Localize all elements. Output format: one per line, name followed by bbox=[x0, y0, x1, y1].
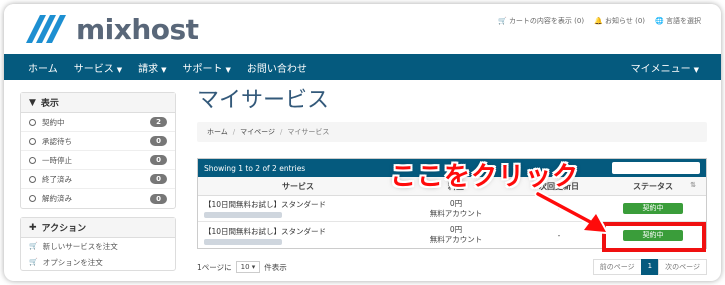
cart-link[interactable]: 🛒 カートの内容を表示 (0) bbox=[498, 16, 584, 26]
breadcrumb-current: マイサービス bbox=[287, 128, 330, 136]
nav-support[interactable]: サポート ▼ bbox=[174, 60, 238, 75]
nav-my-menu[interactable]: マイメニュー ▼ bbox=[623, 60, 721, 75]
caret-down-icon: ▼ bbox=[225, 65, 231, 74]
service-name: 【10日間無料お試し】スタンダード bbox=[204, 200, 327, 209]
table-row[interactable]: 【10日間無料お試し】スタンダード 0円 無料アカウント - 契約中 bbox=[198, 196, 706, 222]
click-here-callout: ここをクリック bbox=[390, 162, 580, 192]
radio-icon bbox=[29, 175, 36, 183]
pager-prev[interactable]: 前のページ bbox=[592, 259, 642, 275]
sort-icon: ⇅ bbox=[690, 180, 696, 189]
pagination: 前のページ 1 次のページ bbox=[592, 259, 707, 275]
nav-contact[interactable]: お問い合わせ bbox=[239, 60, 315, 75]
nav-home[interactable]: ホーム bbox=[4, 60, 66, 75]
price-cell: 0円 無料アカウント bbox=[429, 225, 483, 244]
language-icon: 🌐 bbox=[655, 17, 664, 25]
service-cell: 【10日間無料お試し】スタンダード bbox=[198, 226, 398, 245]
column-service[interactable]: サービス bbox=[198, 181, 398, 192]
caret-down-icon: ▼ bbox=[693, 65, 699, 74]
actions-panel: ✚ アクション 🛒 新しいサービスを注文 🛒 オプションを注文 bbox=[20, 217, 176, 271]
breadcrumb-separator: / bbox=[280, 128, 283, 136]
per-page-select[interactable]: 10 ▾ bbox=[235, 261, 261, 273]
highlight-box bbox=[602, 222, 706, 252]
filter-pending[interactable]: 承認待ち 0 bbox=[21, 132, 175, 151]
notifications-link[interactable]: 🔔 お知らせ (0) bbox=[594, 16, 645, 26]
count-badge: 0 bbox=[150, 174, 167, 184]
radio-icon bbox=[29, 137, 36, 145]
caret-down-icon: ▼ bbox=[116, 65, 123, 74]
breadcrumb-home[interactable]: ホーム bbox=[207, 127, 228, 137]
action-order-service[interactable]: 🛒 新しいサービスを注文 bbox=[21, 238, 175, 254]
entries-info: Showing 1 to 2 of 2 entries bbox=[204, 163, 306, 173]
status-badge: 契約中 bbox=[623, 203, 683, 214]
filter-active[interactable]: 契約中 2 bbox=[21, 113, 175, 132]
service-cell: 【10日間無料お試し】スタンダード bbox=[198, 199, 398, 218]
language-link[interactable]: 🌐 言語を選択 bbox=[655, 16, 701, 26]
filter-panel-header: ▼ 表示 bbox=[21, 93, 175, 113]
logo-text: mixhost bbox=[76, 12, 199, 46]
cart-icon: 🛒 bbox=[497, 17, 507, 25]
pager-current[interactable]: 1 bbox=[640, 259, 660, 275]
filter-icon: ▼ bbox=[29, 97, 36, 108]
radio-icon bbox=[29, 195, 36, 202]
table-search-input[interactable] bbox=[612, 162, 700, 174]
logo-mark-icon bbox=[26, 15, 66, 43]
browser-frame: mixhost 🛒 カートの内容を表示 (0) 🔔 お知らせ (0) 🌐 言語を… bbox=[4, 4, 721, 281]
breadcrumb: ホーム / マイページ / マイサービス bbox=[197, 122, 707, 142]
count-badge: 0 bbox=[150, 136, 167, 146]
column-status[interactable]: ステータス ⇅ bbox=[604, 181, 702, 192]
logo[interactable]: mixhost bbox=[24, 12, 199, 46]
top-links: 🛒 カートの内容を表示 (0) 🔔 お知らせ (0) 🌐 言語を選択 bbox=[498, 16, 701, 26]
plus-icon: ✚ bbox=[29, 222, 37, 233]
cart-icon: 🛒 bbox=[29, 258, 38, 266]
breadcrumb-mypage[interactable]: マイページ bbox=[240, 127, 275, 137]
count-badge: 0 bbox=[150, 155, 167, 165]
sidebar: ▼ 表示 契約中 2 承認待ち 0 一時停止 0 終了済み 0 解約済み 0 ✚… bbox=[20, 92, 176, 279]
filter-panel: ▼ 表示 契約中 2 承認待ち 0 一時停止 0 終了済み 0 解約済み 0 bbox=[20, 92, 176, 209]
blurred-domain bbox=[204, 212, 282, 218]
cart-icon: 🛒 bbox=[29, 242, 38, 250]
actions-panel-header: ✚ アクション bbox=[21, 218, 175, 238]
status-cell: 契約中 bbox=[604, 203, 702, 214]
nav-services[interactable]: サービス ▼ bbox=[66, 60, 130, 75]
bell-icon: 🔔 bbox=[594, 17, 603, 25]
blurred-domain bbox=[204, 238, 282, 245]
count-badge: 0 bbox=[150, 193, 167, 204]
caret-down-icon: ▼ bbox=[161, 65, 167, 74]
pager-next[interactable]: 次のページ bbox=[658, 259, 707, 275]
nav-billing[interactable]: 請求 ▼ bbox=[130, 60, 174, 75]
site-header: mixhost 🛒 カートの内容を表示 (0) 🔔 お知らせ (0) 🌐 言語を… bbox=[4, 4, 721, 54]
main-navbar: ホーム サービス ▼ 請求 ▼ サポート ▼ お問い合わせ マイメニュー ▼ bbox=[4, 54, 721, 80]
filter-suspended[interactable]: 一時停止 0 bbox=[21, 151, 175, 170]
chevron-down-icon: ▾ bbox=[251, 263, 256, 271]
arrow-icon bbox=[534, 190, 608, 234]
price-cell: 0円 無料アカウント bbox=[429, 198, 483, 218]
radio-icon bbox=[29, 156, 36, 164]
page-title: マイサービス bbox=[197, 88, 330, 113]
radio-icon bbox=[29, 118, 36, 126]
filter-cancelled[interactable]: 解約済み 0 bbox=[21, 189, 175, 208]
filter-terminated[interactable]: 終了済み 0 bbox=[21, 170, 175, 189]
count-badge: 2 bbox=[150, 117, 167, 127]
action-order-option[interactable]: 🛒 オプションを注文 bbox=[21, 254, 175, 270]
table-footer: 1ページに 10 ▾ 件表示 前のページ 1 次のページ bbox=[197, 259, 707, 275]
service-name: 【10日間無料お試し】スタンダード bbox=[204, 226, 327, 236]
breadcrumb-separator: / bbox=[232, 128, 236, 136]
